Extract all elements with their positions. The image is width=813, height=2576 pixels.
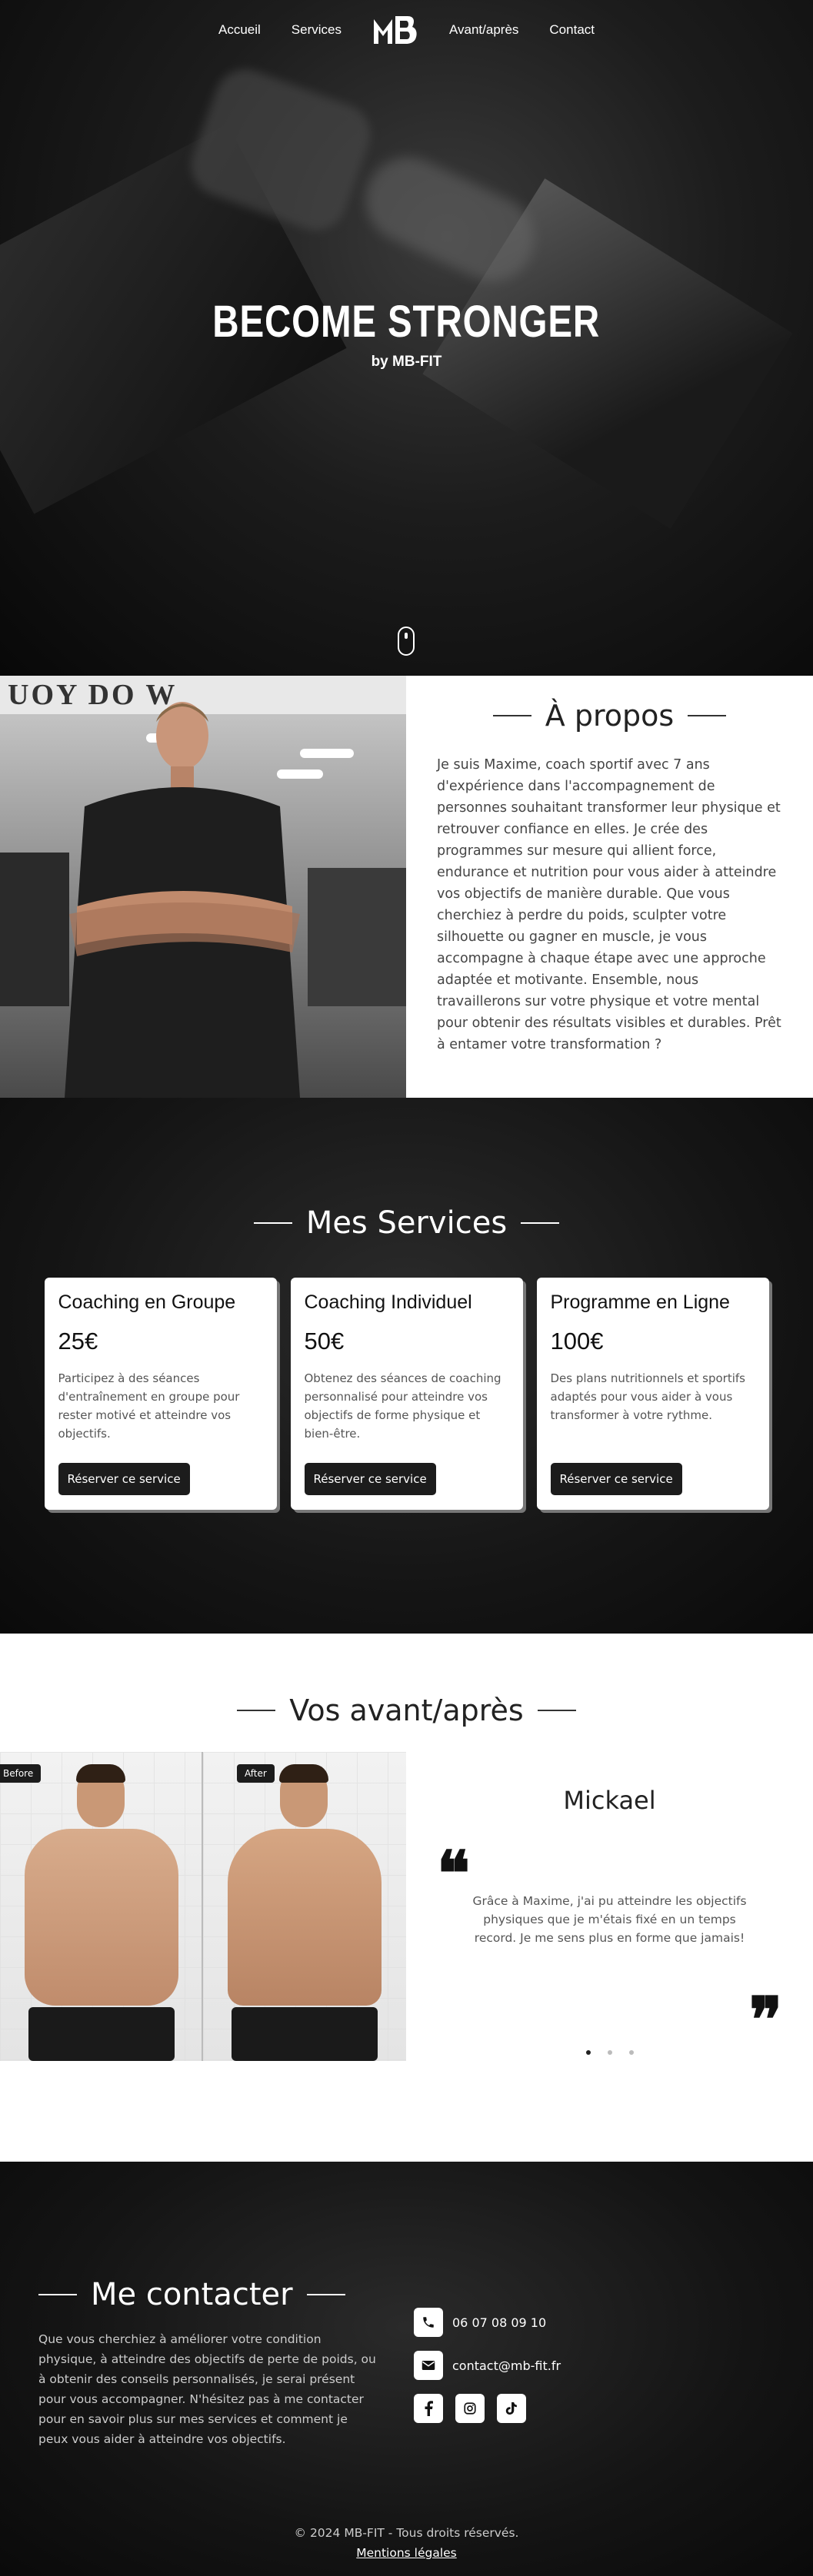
after-badge: After [237, 1764, 275, 1783]
title-divider-left [253, 1222, 292, 1224]
service-price: 100€ [550, 1328, 604, 1354]
mb-logo-mark [373, 16, 417, 44]
hero-text: BECOME STRONGER by MB-FIT [0, 296, 813, 371]
service-price: 50€ [304, 1328, 345, 1354]
nav-contact[interactable]: Contact [549, 22, 595, 38]
testimonial-card: Mickael ❝ Grâce à Maxime, j'ai pu attein… [406, 1752, 813, 2061]
carousel-dot[interactable] [585, 2050, 591, 2055]
quote-close-icon: ❞ [748, 1987, 782, 2055]
before-after-content: Before After Mickael ❝ Grâce à Maxime, j… [0, 1752, 813, 2061]
about-title-row: À propos [437, 699, 782, 733]
contact-intro: Me contacter Que vous cherchiez à amélio… [38, 2277, 377, 2449]
coach-photo: UOY DO W [0, 676, 406, 1098]
social-links [414, 2394, 561, 2423]
service-price: 25€ [58, 1328, 98, 1354]
testimonial-text: Grâce à Maxime, j'ai pu atteindre les ob… [472, 1894, 747, 1945]
hero-title: BECOME STRONGER [212, 297, 601, 347]
carousel-dots [406, 2050, 813, 2055]
body-torso [25, 1829, 178, 2006]
about-title: À propos [545, 699, 675, 733]
main-nav: Accueil Services Avant/après Contact [0, 0, 813, 60]
service-description: Des plans nutritionnels et sportifs adap… [550, 1371, 745, 1422]
before-image: Before [0, 1752, 203, 2061]
mb-logo[interactable] [372, 14, 418, 46]
title-divider-left [492, 715, 531, 716]
service-name: Coaching Individuel [304, 1291, 472, 1313]
tiktok-icon[interactable] [497, 2394, 526, 2423]
title-divider-right [537, 1710, 576, 1711]
site-footer: © 2024 MB-FIT - Tous droits réservés. Me… [0, 2526, 813, 2560]
contact-phone[interactable]: 06 07 08 09 10 [452, 2315, 546, 2330]
body-torso [228, 1829, 382, 2006]
nav-avant-apres[interactable]: Avant/après [449, 22, 518, 38]
title-divider-left [237, 1710, 276, 1711]
before-badge: Before [0, 1764, 42, 1783]
services-title-row: Mes Services [0, 1205, 813, 1241]
service-name: Coaching en Groupe [58, 1291, 236, 1313]
hero-section: Accueil Services Avant/après Contact BEC… [0, 0, 813, 676]
contact-title-row: Me contacter [38, 2277, 377, 2312]
contact-title: Me contacter [91, 2277, 293, 2312]
about-description: Je suis Maxime, coach sportif avec 7 ans… [437, 757, 781, 1052]
instagram-icon[interactable] [455, 2394, 485, 2423]
contact-email-row[interactable]: contact@mb-fit.fr [414, 2351, 561, 2380]
before-after-title-row: Vos avant/après [0, 1694, 813, 1727]
title-divider-right [306, 2294, 345, 2295]
about-text-block: À propos Je suis Maxime, coach sportif a… [406, 676, 813, 1098]
hero-subtitle: by MB-FIT [371, 354, 442, 370]
nav-services[interactable]: Services [292, 22, 342, 38]
scroll-mouse-icon[interactable] [398, 627, 415, 656]
title-divider-right [688, 715, 727, 716]
before-after-section: Vos avant/après Before After Mickael ❝ G… [0, 1634, 813, 2162]
book-service-button[interactable]: Réserver ce service [58, 1463, 190, 1495]
carousel-dot[interactable] [607, 2050, 612, 2055]
service-description: Participez à des séances d'entraînement … [58, 1371, 240, 1441]
coach-figure [65, 702, 300, 1098]
before-after-title: Vos avant/après [289, 1694, 524, 1727]
body-hair [279, 1764, 328, 1783]
services-section: Mes Services Coaching en Groupe 25€ Part… [0, 1098, 813, 1634]
services-title: Mes Services [305, 1205, 508, 1241]
body-hair [76, 1764, 125, 1783]
service-card-en-ligne: Programme en Ligne 100€ Des plans nutrit… [536, 1278, 769, 1510]
contact-email[interactable]: contact@mb-fit.fr [452, 2358, 561, 2373]
contact-description: Que vous cherchiez à améliorer votre con… [38, 2332, 376, 2446]
contact-phone-row[interactable]: 06 07 08 09 10 [414, 2308, 561, 2337]
body-shorts [232, 2007, 378, 2061]
service-cards: Coaching en Groupe 25€ Participez à des … [0, 1278, 813, 1510]
testimonial-name: Mickael [563, 1786, 656, 1815]
about-section: UOY DO W À propos Je suis Maxime, coach … [0, 676, 813, 1098]
title-divider-right [521, 1222, 560, 1224]
book-service-button[interactable]: Réserver ce service [304, 1463, 436, 1495]
facebook-icon[interactable] [414, 2394, 443, 2423]
footer-copyright: © 2024 MB-FIT - Tous droits réservés. [294, 2526, 519, 2540]
legal-notice-link[interactable]: Mentions légales [356, 2546, 457, 2560]
book-service-button[interactable]: Réserver ce service [550, 1463, 682, 1495]
service-description: Obtenez des séances de coaching personna… [304, 1371, 501, 1441]
contact-details: 06 07 08 09 10 contact@mb-fit.fr [414, 2308, 561, 2423]
carousel-dot[interactable] [628, 2050, 634, 2055]
envelope-icon [414, 2351, 443, 2380]
quote-open-icon: ❝ [437, 1841, 471, 1909]
nav-accueil[interactable]: Accueil [218, 22, 261, 38]
service-name: Programme en Ligne [550, 1291, 730, 1313]
after-image: After [203, 1752, 406, 2061]
contact-section: Me contacter Que vous cherchiez à amélio… [0, 2162, 813, 2576]
phone-icon [414, 2308, 443, 2337]
before-after-slider[interactable]: Before After [0, 1752, 406, 2061]
service-card-individuel: Coaching Individuel 50€ Obtenez des séan… [290, 1278, 523, 1510]
service-card-groupe: Coaching en Groupe 25€ Participez à des … [44, 1278, 277, 1510]
body-shorts [28, 2007, 175, 2061]
title-divider-left [38, 2294, 77, 2295]
